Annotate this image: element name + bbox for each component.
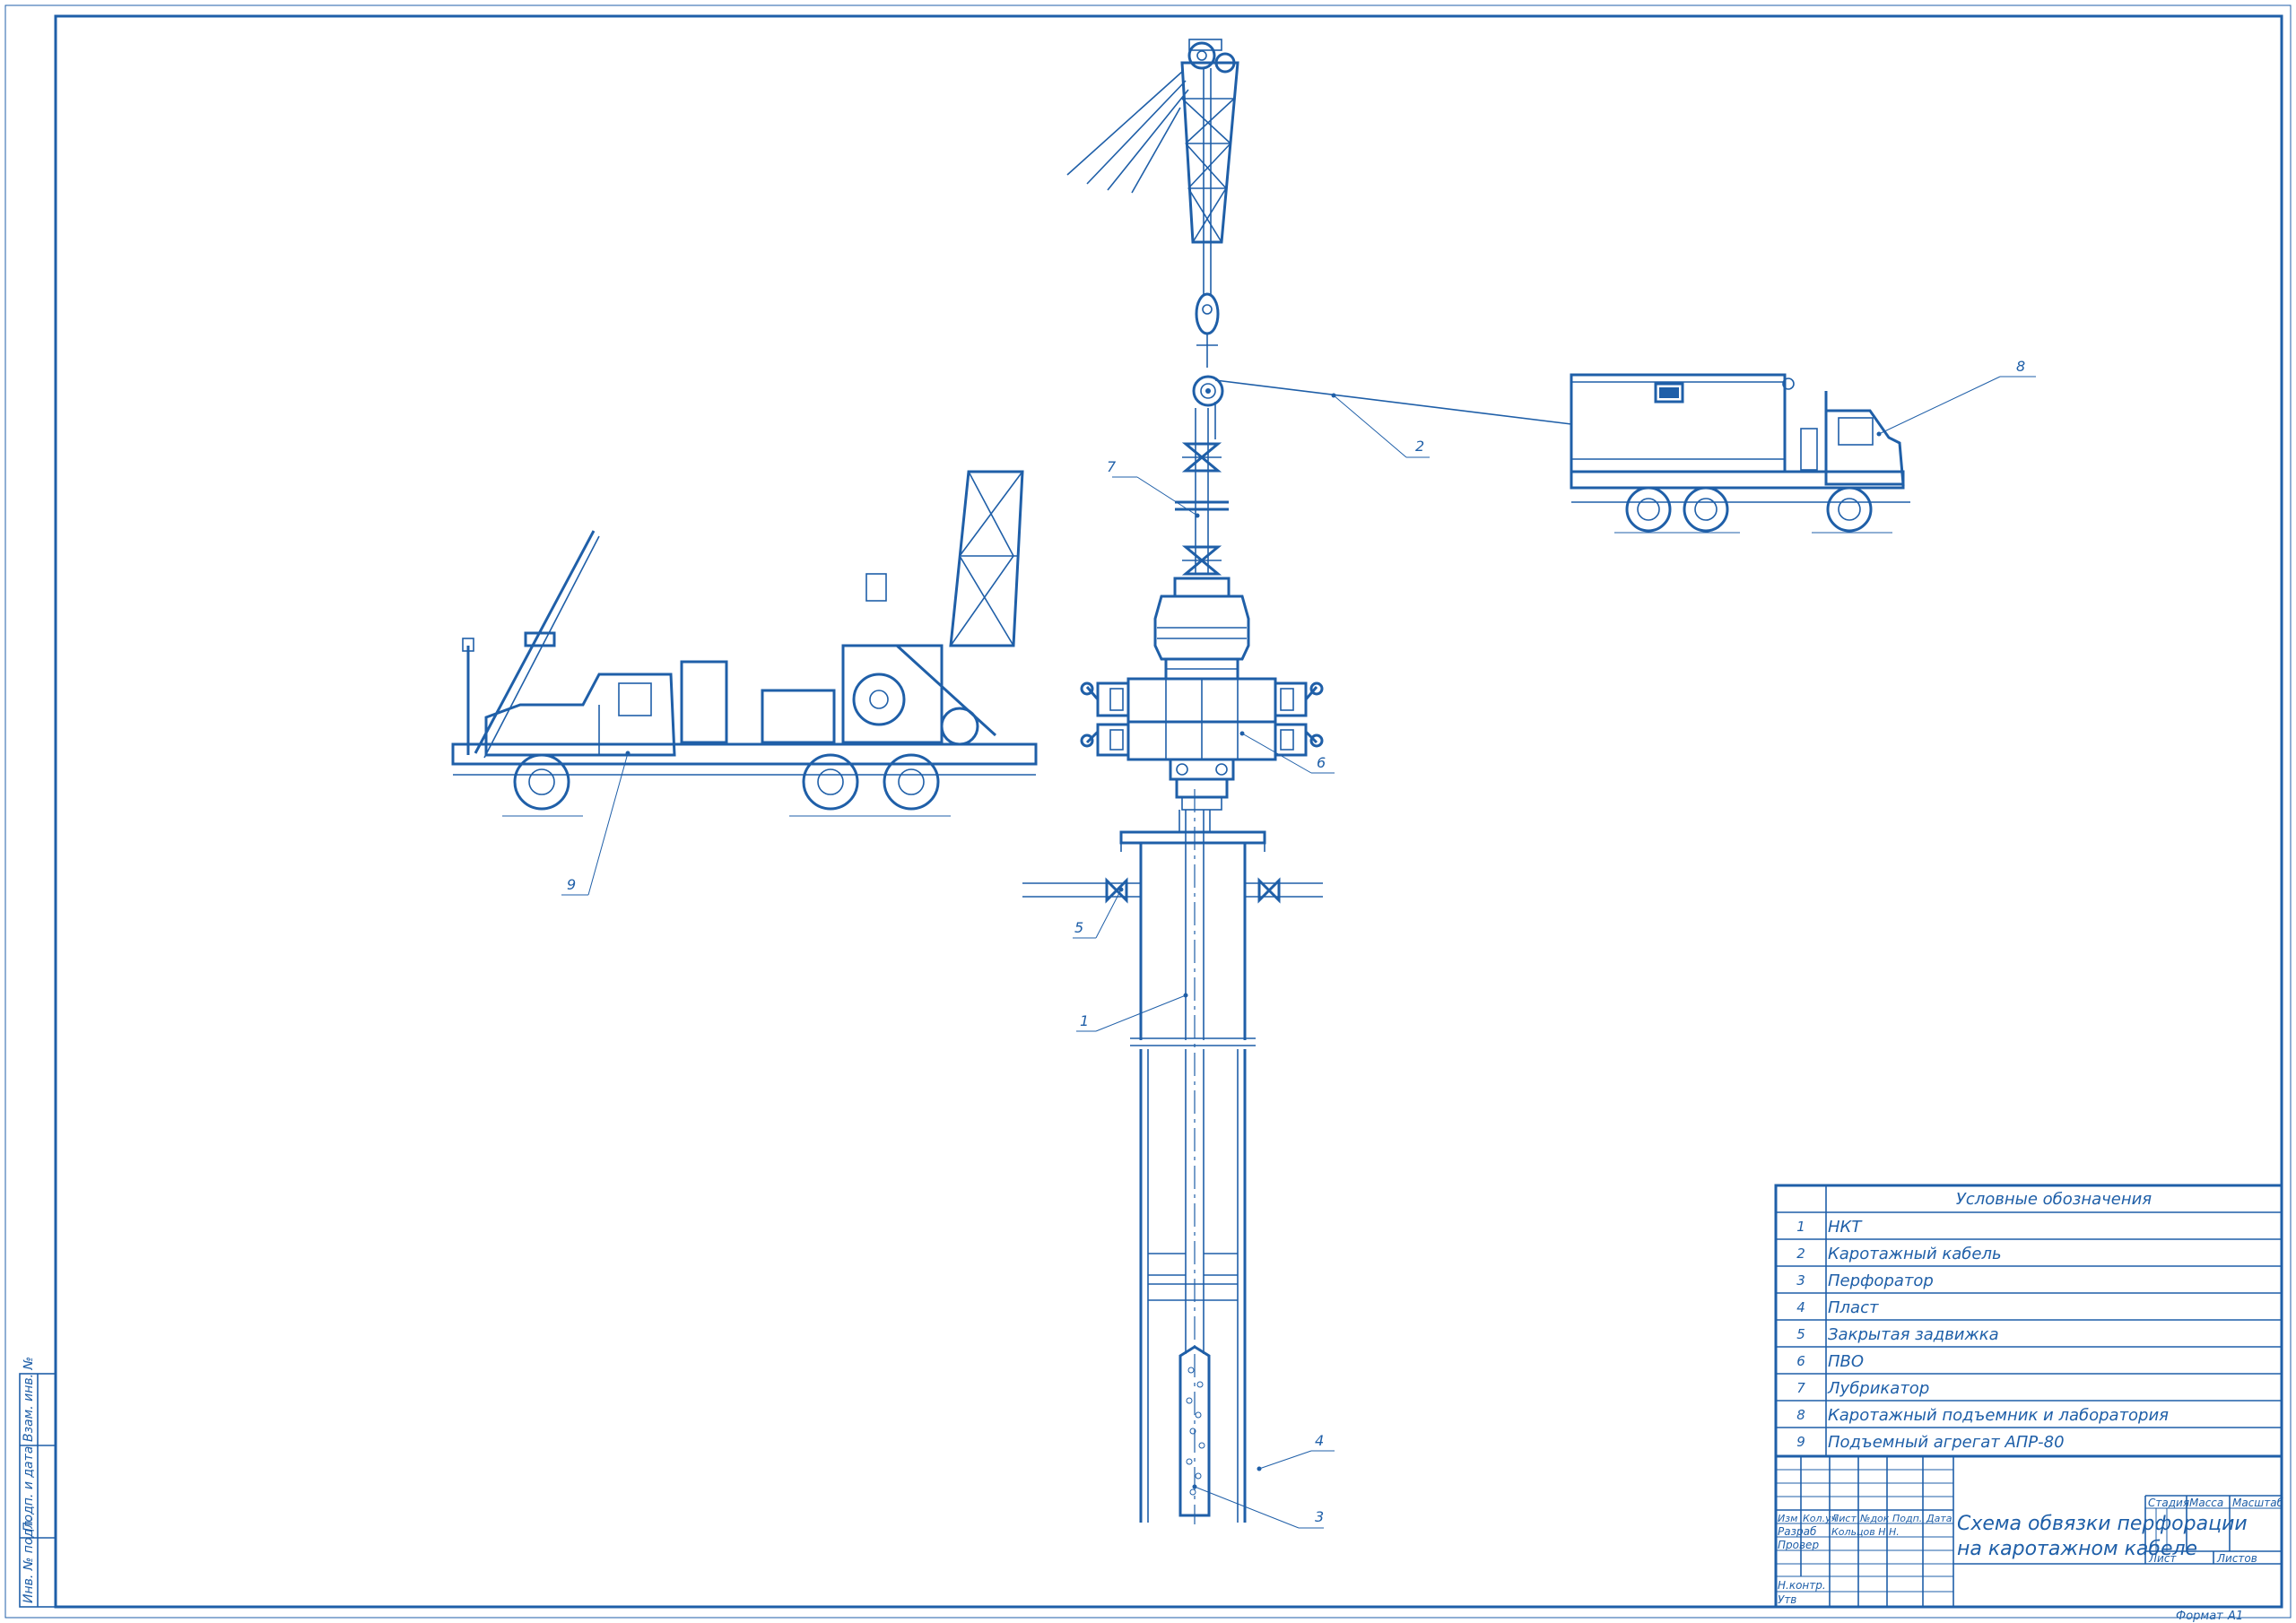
well-casing — [1022, 789, 1323, 1524]
bop-stack — [1080, 577, 1324, 811]
format-text: Формат — [2176, 1610, 2223, 1623]
callout-leaders — [561, 376, 2036, 1529]
callout-labels: 1 2 3 4 5 6 7 8 9 — [567, 358, 2025, 1525]
format-value: А1 — [2227, 1610, 2243, 1623]
legend-num-1: 1 — [1796, 1219, 1805, 1235]
legend-num-5: 5 — [1796, 1326, 1805, 1342]
legend-title: Условные обозначения — [1956, 1190, 2152, 1209]
legend-num-7: 7 — [1796, 1380, 1805, 1396]
legend-num-4: 4 — [1796, 1299, 1805, 1315]
tb-utv: Утв — [1778, 1593, 1796, 1606]
tb-col-list: Лист — [1831, 1513, 1857, 1524]
tb-col-podp: Подп. — [1892, 1513, 1922, 1524]
tb-masshtab: Масштаб — [2232, 1497, 2284, 1509]
hoist-truck — [451, 470, 1038, 817]
tb-col-izm: Изм — [1778, 1513, 1797, 1524]
lubricator — [1175, 408, 1229, 576]
legend-label-8: Каротажный подъемник и лаборатория — [1828, 1406, 2169, 1425]
callout-3: 3 — [1315, 1508, 1324, 1525]
drawing-sheet: Взам. инв. № Подп. и дата Инв. № подл. 1… — [4, 4, 2292, 1623]
tb-col-data: Дата — [1926, 1513, 1952, 1524]
callout-1: 1 — [1080, 1012, 1089, 1029]
legend-label-1: НКТ — [1828, 1218, 1863, 1237]
mast-crown — [1066, 39, 1239, 407]
logging-cable — [1214, 379, 1572, 439]
tb-razrab: Разраб — [1778, 1525, 1817, 1538]
tb-list: Лист — [2148, 1552, 2177, 1565]
callout-8: 8 — [2016, 358, 2025, 375]
callout-7: 7 — [1107, 458, 1117, 475]
legend-num-9: 9 — [1796, 1434, 1805, 1450]
side-stamp: Взам. инв. № Подп. и дата Инв. № подл. — [19, 1357, 57, 1608]
side-stamp-vzam: Взам. инв. № — [22, 1357, 36, 1442]
legend-num-6: 6 — [1796, 1353, 1805, 1369]
callout-4: 4 — [1315, 1432, 1324, 1449]
legend-label-4: Пласт — [1828, 1298, 1879, 1317]
legend-num-8: 8 — [1796, 1407, 1805, 1423]
callout-2: 2 — [1415, 438, 1424, 455]
side-stamp-inv: Инв. № подл. — [22, 1516, 36, 1603]
tb-col-doc: №док — [1859, 1513, 1890, 1524]
callout-9: 9 — [567, 876, 576, 893]
legend-num-2: 2 — [1796, 1245, 1805, 1262]
title-block: Изм Кол.уч Лист №док Подп. Дата Разраб К… — [1774, 1454, 2284, 1609]
tb-title-line1: Схема обвязки перфорации — [1957, 1513, 2248, 1535]
callout-6: 6 — [1317, 754, 1326, 771]
legend-label-7: Лубрикатор — [1827, 1379, 1929, 1398]
legend-label-5: Закрытая задвижка — [1828, 1325, 1999, 1344]
tb-razrab-name: Кольцов Н.Н. — [1831, 1526, 1900, 1538]
tb-listov: Листов — [2216, 1552, 2257, 1565]
legend-label-3: Перфоратор — [1828, 1271, 1934, 1290]
legend-label-9: Подъемный агрегат АПР-80 — [1828, 1433, 2065, 1452]
tb-massa: Масса — [2189, 1497, 2223, 1509]
logging-truck — [1570, 373, 1910, 534]
legend-label-6: ПВО — [1828, 1352, 1864, 1371]
legend-num-3: 3 — [1796, 1272, 1805, 1289]
callout-5: 5 — [1074, 919, 1083, 936]
format-label: Формат А1 — [2176, 1610, 2243, 1623]
tb-stadiya: Стадия — [2148, 1497, 2189, 1509]
legend-table: Условные обозначения 1 НКТ 2 Каротажный … — [1774, 1184, 2283, 1458]
tb-prover: Провер — [1778, 1539, 1819, 1551]
tb-nkontr: Н.контр. — [1778, 1579, 1826, 1592]
legend-label-2: Каротажный кабель — [1828, 1245, 2002, 1263]
